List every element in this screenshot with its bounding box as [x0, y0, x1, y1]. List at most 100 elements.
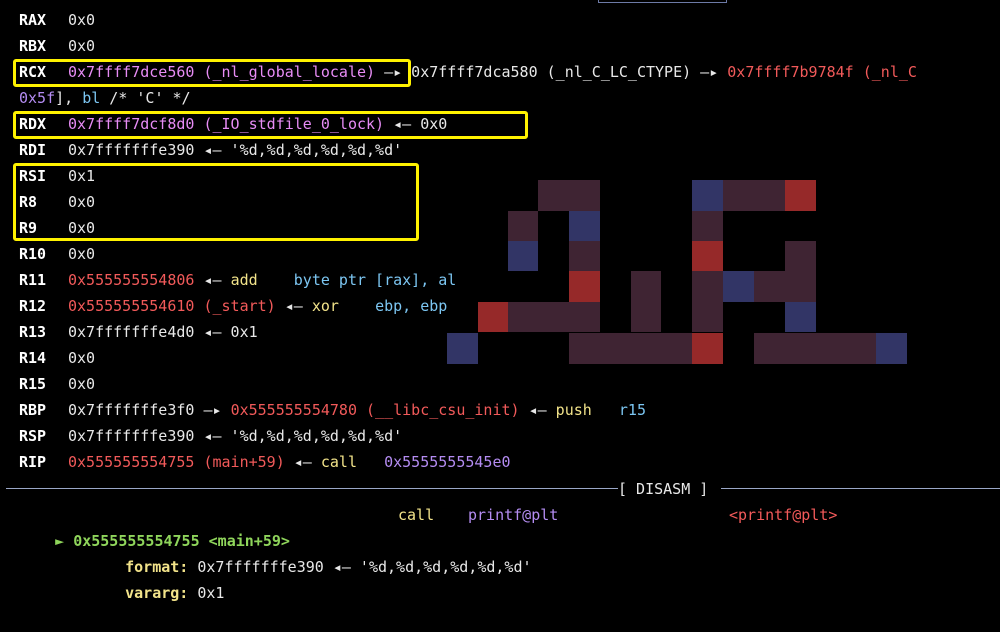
top-panel-header [598, 0, 727, 3]
register-r15: R15 0x0 [19, 371, 95, 397]
pixel-art-cell [692, 271, 723, 302]
pixel-art-cell [631, 271, 661, 302]
register-name: R15 [19, 375, 47, 393]
pixel-art-cell [876, 333, 907, 364]
pixel-art-cell [785, 302, 816, 332]
pixel-art-cell [569, 211, 600, 241]
register-r14: R14 0x0 [19, 345, 95, 371]
pixel-art-cell [538, 180, 600, 211]
register-value-part: ◂— [284, 453, 321, 471]
pixel-art-cell [785, 180, 816, 211]
register-value-part: 0x555555554780 (__libc_csu_init) [230, 401, 520, 419]
register-rsi: RSI 0x1 [19, 163, 95, 189]
pixel-art-cell [478, 302, 508, 332]
register-name: RBP [19, 401, 47, 419]
register-value-part: 0x7fffffffe390 [68, 427, 195, 445]
disasm-arg-format: format: 0x7fffffffe390 ◂— '%d,%d,%d,%d,%… [125, 558, 532, 576]
pixel-art-cell [631, 302, 661, 332]
register-value-part: 0x0 [68, 219, 96, 237]
pixel-art-cell [692, 211, 723, 241]
disasm-arg-vararg: vararg: 0x1 [125, 584, 225, 602]
disasm-mnemonic: call [398, 506, 435, 524]
pixel-art-cell [569, 271, 600, 302]
register-value-part: 0x0 [68, 245, 96, 263]
pixel-art-cell [754, 333, 876, 364]
register-rsp: RSP 0x7fffffffe390 ◂— '%d,%d,%d,%d,%d,%d' [19, 423, 402, 449]
register-value-part: r15 [618, 401, 646, 419]
register-value-part: 0x555555554610 (_start) [68, 297, 276, 315]
register-name: R8 [19, 193, 38, 211]
register-rbp: RBP 0x7fffffffe3f0 —▸ 0x555555554780 (__l… [19, 397, 646, 423]
register-value-part: 0x0 [68, 37, 96, 55]
register-value-part: 0x0 [68, 11, 96, 29]
register-r10: R10 0x0 [19, 241, 95, 267]
register-value-part: 0x0 [68, 375, 96, 393]
register-name: RBX [19, 37, 47, 55]
register-value-part: add [230, 271, 294, 289]
register-rdi: RDI 0x7fffffffe390 ◂— '%d,%d,%d,%d,%d,%d' [19, 137, 402, 163]
register-value-part: 0x5f [19, 89, 56, 107]
register-r13: R13 0x7fffffffe4d0 ◂— 0x1 [19, 319, 258, 345]
pixel-art-cell [692, 180, 723, 211]
disasm-current-line[interactable]: ► 0x555555554755 <main+59> [19, 502, 290, 550]
register-value-part: /* 'C' */ [100, 89, 191, 107]
pixel-art-cell [723, 271, 754, 302]
register-r9: R9 0x0 [19, 215, 95, 241]
pixel-art-cell [508, 211, 538, 241]
register-value-part: 0x7fffffffe390 [68, 141, 195, 159]
register-value-part: 0x5555555545e0 [384, 453, 511, 471]
register-value-part: 0x0 [68, 193, 96, 211]
register-value-part: 0x0 [68, 349, 96, 367]
register-value-part: 0x1 [68, 167, 96, 185]
register-name: R14 [19, 349, 47, 367]
register-value-part: 0x7ffff7b9784f (_nl_C [727, 63, 917, 81]
register-rdx: RDX 0x7ffff7dcf8d0 (_IO_stdfile_0_lock) ◂… [19, 111, 447, 137]
register-rax: RAX 0x0 [19, 7, 95, 33]
register-name: RCX [19, 63, 47, 81]
register-name: RDI [19, 141, 47, 159]
register-value-part: 0x7ffff7dcf8d0 (_IO_stdfile_0_lock) [68, 115, 385, 133]
register-value-part: xor [311, 297, 376, 315]
pixel-art-cell [692, 302, 723, 332]
register-name: RDX [19, 115, 47, 133]
register-rip: RIP 0x555555554755 (main+59) ◂— call 0x55… [19, 449, 511, 475]
register-r12: R12 0x555555554610 (_start) ◂— xor ebp, e… [19, 293, 447, 319]
register-value-part: —▸ [691, 63, 728, 81]
register-value-part: ◂— [194, 271, 231, 289]
register-value-part: ◂— [275, 297, 312, 315]
register-name: R9 [19, 219, 38, 237]
pixel-art-cell [447, 333, 478, 364]
debugger-terminal: RAX 0x0 RBX 0x0 RCX 0x7ffff7dce560 (_nl_globa… [0, 0, 1000, 602]
register-value-part: —▸ [194, 401, 231, 419]
pixel-art-cell [723, 180, 785, 211]
register-rbx: RBX 0x0 [19, 33, 95, 59]
register-value-part: ebp, ebp [375, 297, 448, 315]
register-r8: R8 0x0 [19, 189, 95, 215]
register-value-part: 0x7ffff7dca580 (_nl_C_LC_CTYPE) [411, 63, 692, 81]
pixel-art-cell [692, 241, 723, 271]
disasm-target: <printf@plt> [729, 506, 838, 524]
register-name: R11 [19, 271, 47, 289]
register-value-part: ◂— [519, 401, 556, 419]
disasm-operand: printf@plt [468, 506, 559, 524]
register-value-part: 0x7ffff7dce560 (_nl_global_locale) [68, 63, 376, 81]
register-name: RAX [19, 11, 47, 29]
register-value-part: ◂— 0x0 [384, 115, 448, 133]
register-r11: R11 0x555555554806 ◂— add byte ptr [rax],… [19, 267, 456, 293]
pixel-art-cell [508, 241, 538, 271]
register-name: R10 [19, 245, 47, 263]
register-continuation: 0x5f], bl /* 'C' */ [19, 85, 191, 111]
register-name: RIP [19, 453, 47, 471]
register-value-part: ], [55, 89, 83, 107]
register-rcx: RCX 0x7ffff7dce560 (_nl_global_locale) —▸… [19, 59, 917, 85]
register-value-part: ◂— '%d,%d,%d,%d,%d,%d' [194, 141, 403, 159]
pixel-art-cell [508, 302, 600, 332]
register-name: RSI [19, 167, 47, 185]
pixel-art-cell [569, 333, 661, 364]
register-value-part: bl [82, 89, 101, 107]
register-name: R12 [19, 297, 47, 315]
pixel-art-cell [785, 241, 816, 271]
register-name: R13 [19, 323, 47, 341]
register-value-part: —▸ [375, 63, 412, 81]
register-value-part: 0x555555554806 [68, 271, 195, 289]
